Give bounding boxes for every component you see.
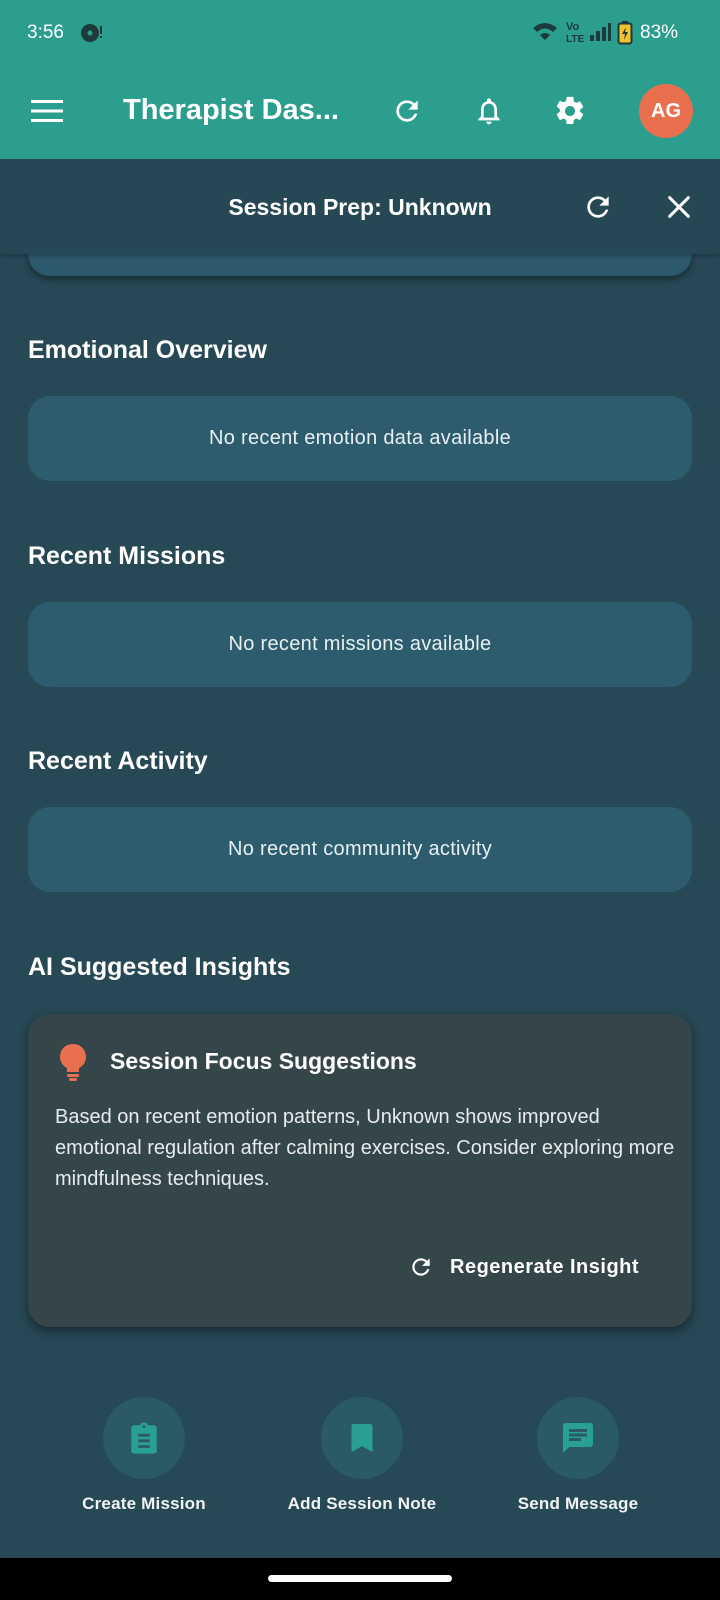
insight-card: Session Focus Suggestions Based on recen… bbox=[28, 1014, 692, 1327]
send-message-label: Send Message bbox=[517, 1494, 639, 1513]
refresh-icon[interactable] bbox=[383, 87, 431, 135]
settings-icon[interactable] bbox=[546, 87, 594, 135]
wifi-icon bbox=[532, 20, 558, 49]
system-nav-bar bbox=[0, 1558, 720, 1600]
battery-charging-icon bbox=[617, 20, 633, 51]
clipboard-icon bbox=[103, 1397, 185, 1479]
add-session-note-button[interactable]: Add Session Note bbox=[277, 1397, 447, 1514]
status-time: 3:56 bbox=[27, 22, 64, 43]
battery-percent: 83% bbox=[640, 22, 679, 43]
signal-icon bbox=[589, 20, 611, 49]
lightbulb-icon bbox=[58, 1042, 88, 1087]
refresh-icon[interactable] bbox=[574, 183, 622, 231]
page-title: Therapist Das... bbox=[123, 94, 338, 126]
regenerate-insight-label: Regenerate Insight bbox=[450, 1255, 640, 1278]
home-gesture-handle[interactable] bbox=[268, 1575, 452, 1582]
section-title-recent-missions: Recent Missions bbox=[28, 542, 226, 570]
section-title-emotional-overview: Emotional Overview bbox=[28, 336, 267, 364]
app-bar: Therapist Das... AG bbox=[0, 66, 720, 159]
insight-title: Session Focus Suggestions bbox=[110, 1048, 417, 1074]
message-icon bbox=[537, 1397, 619, 1479]
section-title-ai-insights: AI Suggested Insights bbox=[28, 953, 291, 981]
avatar[interactable]: AG bbox=[639, 84, 693, 138]
status-bar: 3:56 Vo LTE 83% bbox=[0, 0, 720, 66]
emotional-overview-card: No recent emotion data available bbox=[28, 396, 692, 481]
regenerate-insight-button[interactable]: Regenerate Insight bbox=[408, 1245, 639, 1289]
refresh-icon bbox=[412, 1258, 430, 1276]
menu-icon[interactable] bbox=[23, 87, 71, 135]
create-mission-label: Create Mission bbox=[82, 1494, 206, 1513]
recent-missions-card: No recent missions available bbox=[28, 602, 692, 687]
svg-text:LTE: LTE bbox=[566, 34, 584, 45]
send-message-button[interactable]: Send Message bbox=[493, 1397, 663, 1514]
volte-icon: Vo LTE bbox=[565, 19, 585, 50]
media-icon bbox=[80, 21, 104, 50]
section-title-recent-activity: Recent Activity bbox=[28, 747, 208, 775]
insight-body: Based on recent emotion patterns, Unknow… bbox=[55, 1106, 675, 1190]
create-mission-button[interactable]: Create Mission bbox=[59, 1397, 229, 1514]
add-session-note-label: Add Session Note bbox=[287, 1494, 437, 1513]
bookmark-icon bbox=[321, 1397, 403, 1479]
close-icon[interactable] bbox=[655, 183, 703, 231]
session-prep-header: Session Prep: Unknown bbox=[0, 159, 720, 254]
svg-text:Vo: Vo bbox=[566, 21, 580, 33]
bell-icon[interactable] bbox=[465, 87, 513, 135]
recent-activity-card: No recent community activity bbox=[28, 807, 692, 892]
